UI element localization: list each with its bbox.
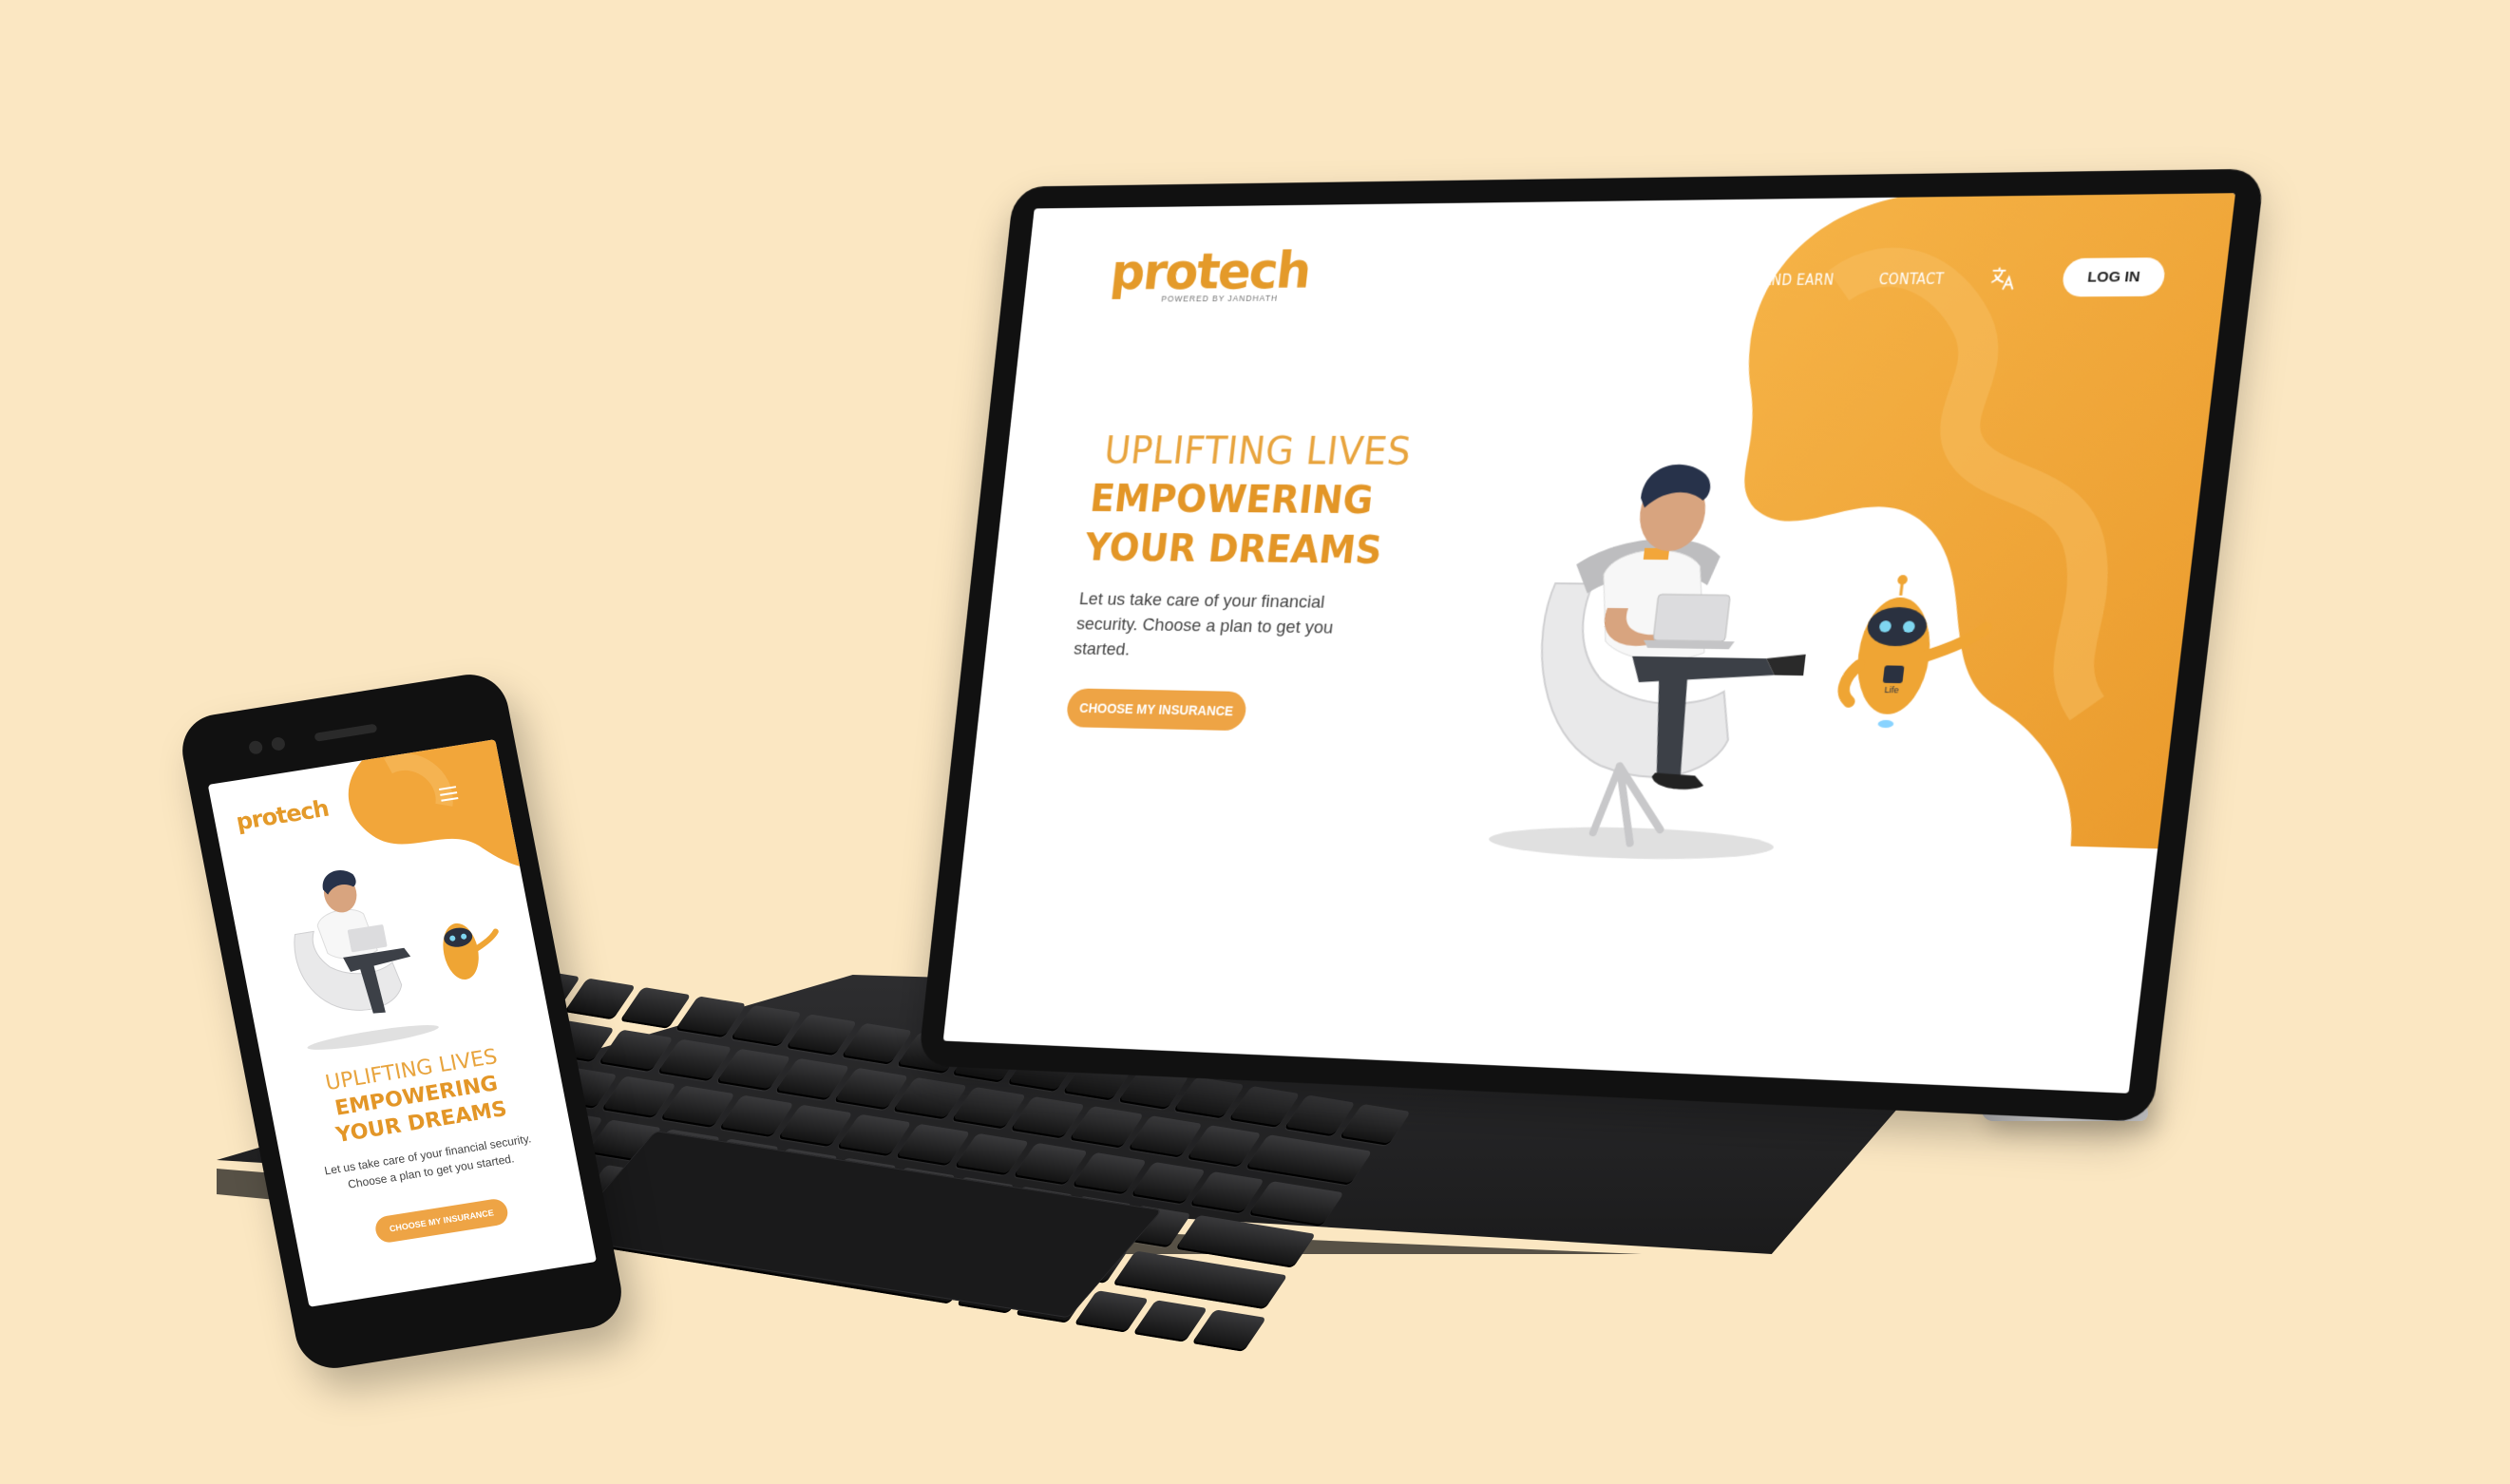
mobile-brand-logo[interactable]: protech bbox=[234, 795, 331, 836]
desktop-screen: protech POWERED BY JANDHATH REFER AND EA… bbox=[942, 193, 2236, 1094]
nav-contact[interactable]: CONTACT bbox=[1878, 270, 1946, 288]
phone-sensor bbox=[270, 735, 287, 752]
hamburger-icon[interactable] bbox=[438, 786, 459, 805]
login-button[interactable]: LOG IN bbox=[2061, 257, 2167, 297]
brand-logo[interactable]: protech POWERED BY JANDHATH bbox=[1107, 240, 1313, 310]
mobile-choose-insurance-button[interactable]: CHOOSE MY INSURANCE bbox=[372, 1197, 510, 1245]
translate-icon[interactable] bbox=[1987, 264, 2019, 292]
nav-refer-and-earn[interactable]: REFER AND EARN bbox=[1714, 271, 1835, 289]
tablet-device: protech POWERED BY JANDHATH REFER AND EA… bbox=[918, 168, 2266, 1123]
hero-illustration: Life bbox=[1487, 464, 2020, 864]
phone-speaker bbox=[314, 723, 378, 742]
phone-device: protech UPLIFTING LIVES EMPOWERING YOUR … bbox=[176, 669, 628, 1374]
logo-wordmark: protech bbox=[1108, 240, 1314, 301]
hero-headline-line1: UPLIFTING LIVES bbox=[1102, 429, 1414, 474]
mobile-hero-illustration bbox=[294, 870, 499, 1050]
robot-badge-text: Life bbox=[1884, 685, 1899, 695]
top-nav: REFER AND EARN CONTACT LOG IN bbox=[1713, 257, 2167, 299]
mobile-screen: protech UPLIFTING LIVES EMPOWERING YOUR … bbox=[207, 739, 598, 1307]
hero-description: Let us take care of your financial secur… bbox=[1073, 589, 1335, 660]
logo-subtitle: POWERED BY JANDHATH bbox=[1160, 293, 1279, 304]
hero-headline-line2: EMPOWERING bbox=[1088, 477, 1376, 523]
hero-headline-line3: YOUR DREAMS bbox=[1082, 526, 1385, 573]
phone-camera bbox=[247, 739, 264, 755]
choose-insurance-button[interactable]: CHOOSE MY INSURANCE bbox=[1065, 688, 1248, 732]
